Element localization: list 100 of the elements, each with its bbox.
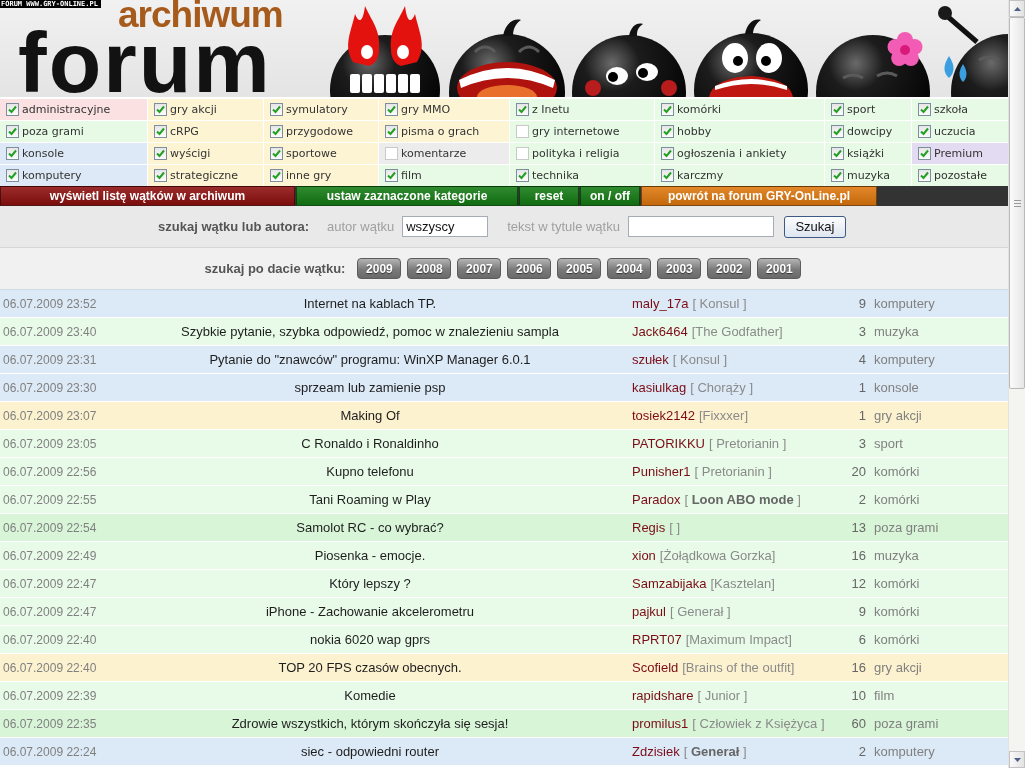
category-label: administracyjne <box>22 103 111 116</box>
author-link[interactable]: xion <box>632 548 656 563</box>
checkbox[interactable] <box>918 147 931 160</box>
checkbox[interactable] <box>154 125 167 138</box>
toggle-button[interactable]: on / off <box>580 186 640 206</box>
checkbox[interactable] <box>385 147 398 160</box>
checkbox[interactable] <box>918 125 931 138</box>
checkbox[interactable] <box>516 103 529 116</box>
thread-title[interactable]: Tani Roaming w Play <box>309 492 431 507</box>
thread-date: 06.07.2009 23:07 <box>2 408 97 423</box>
checkbox[interactable] <box>385 125 398 138</box>
post-count: 12 <box>851 576 866 591</box>
checkbox[interactable] <box>831 169 844 182</box>
author-link[interactable]: Samzabijaka <box>632 576 707 591</box>
checkbox[interactable] <box>6 147 19 160</box>
checkbox[interactable] <box>6 125 19 138</box>
search-button[interactable]: Szukaj <box>783 215 846 238</box>
author-link[interactable]: kasiulkag <box>632 380 687 395</box>
checkbox[interactable] <box>154 147 167 160</box>
thread-title[interactable]: Piosenka - emocje. <box>314 548 426 563</box>
checkbox[interactable] <box>154 169 167 182</box>
checkbox[interactable] <box>6 103 19 116</box>
checkbox[interactable] <box>661 169 674 182</box>
author-link[interactable]: rapidshare <box>632 688 694 703</box>
author-link[interactable]: Zdzisiek <box>632 744 680 759</box>
author-link[interactable]: PATORIKKU <box>632 436 705 451</box>
author-link[interactable]: promilus1 <box>632 716 689 731</box>
checkbox[interactable] <box>270 169 283 182</box>
checkbox[interactable] <box>270 103 283 116</box>
reset-button[interactable]: reset <box>519 186 579 206</box>
year-button[interactable]: 2009 <box>357 258 402 279</box>
checkbox[interactable] <box>831 147 844 160</box>
year-button[interactable]: 2003 <box>657 258 702 279</box>
title-search-field[interactable] <box>627 216 774 237</box>
author-link[interactable]: RPRT07 <box>632 632 682 647</box>
user-rank: [Maximum Impact] <box>685 632 792 647</box>
thread-date: 06.07.2009 22:56 <box>2 464 97 479</box>
author-link[interactable]: Paradox <box>632 492 681 507</box>
author-link[interactable]: Jack6464 <box>632 324 688 339</box>
thread-title[interactable]: nokia 6020 wap gprs <box>310 632 430 647</box>
logo-subtitle: archiwum <box>118 1 283 29</box>
checkbox[interactable] <box>661 147 674 160</box>
scrollbar-thumb[interactable] <box>1009 17 1025 389</box>
category-label: dowcipy <box>847 125 893 138</box>
thread-title[interactable]: Internet na kablach TP. <box>303 296 437 311</box>
scroll-up-button[interactable] <box>1009 0 1025 17</box>
thread-title[interactable]: Making Of <box>340 408 400 423</box>
year-button[interactable]: 2002 <box>707 258 752 279</box>
thread-date: 06.07.2009 22:55 <box>2 492 97 507</box>
thread-title[interactable]: TOP 20 FPS czasów obecnych. <box>278 660 462 675</box>
checkbox[interactable] <box>831 103 844 116</box>
checkbox[interactable] <box>154 103 167 116</box>
thread-category: komórki <box>873 632 920 647</box>
user-rank: [Brains of the outfit] <box>682 660 795 675</box>
scroll-down-button[interactable] <box>1009 751 1025 768</box>
author-link[interactable]: Scofield <box>632 660 679 675</box>
checkbox[interactable] <box>270 125 283 138</box>
thread-title[interactable]: Zdrowie wszystkich, którym skończyła się sesja! <box>231 716 509 731</box>
checkbox[interactable] <box>385 103 398 116</box>
author-field[interactable]: wszyscy <box>402 216 489 237</box>
thread-title[interactable]: Który lepszy ? <box>329 576 411 591</box>
thread-date: 06.07.2009 22:40 <box>2 660 97 675</box>
checkbox[interactable] <box>918 103 931 116</box>
year-button[interactable]: 2006 <box>507 258 552 279</box>
author-link[interactable]: maly_17a <box>632 296 689 311</box>
list-threads-button[interactable]: wyświetl listę wątków w archiwum <box>0 186 295 206</box>
thread-title[interactable]: iPhone - Zachowanie akcelerometru <box>265 604 475 619</box>
year-button[interactable]: 2005 <box>557 258 602 279</box>
checkbox[interactable] <box>516 147 529 160</box>
author-link[interactable]: szułek <box>632 352 669 367</box>
year-button[interactable]: 2004 <box>607 258 652 279</box>
author-link[interactable]: tosiek2142 <box>632 408 695 423</box>
thread-title[interactable]: Kupno telefonu <box>326 464 414 479</box>
year-button[interactable]: 2007 <box>457 258 502 279</box>
checkbox[interactable] <box>661 125 674 138</box>
thread-title[interactable]: Komedie <box>344 688 396 703</box>
year-button[interactable]: 2008 <box>407 258 452 279</box>
apply-categories-button[interactable]: ustaw zaznaczone kategorie <box>296 186 518 206</box>
checkbox[interactable] <box>270 147 283 160</box>
thread-title[interactable]: C Ronaldo i Ronaldinho <box>301 436 439 451</box>
checkbox[interactable] <box>831 125 844 138</box>
checkbox[interactable] <box>516 169 529 182</box>
checkbox[interactable] <box>385 169 398 182</box>
author-link[interactable]: pajkul <box>632 604 666 619</box>
post-count: 1 <box>858 408 866 423</box>
thread-title[interactable]: siec - odpowiedni router <box>301 744 439 759</box>
post-count: 10 <box>851 688 866 703</box>
thread-date: 06.07.2009 22:54 <box>2 520 97 535</box>
author-link[interactable]: Punisher1 <box>632 464 691 479</box>
thread-title[interactable]: Pytanie do "znawców" programu: WinXP Manager 6.0.1 <box>209 352 531 367</box>
thread-title[interactable]: Samolot RC - co wybrać? <box>296 520 444 535</box>
thread-title[interactable]: sprzeam lub zamienie psp <box>294 380 446 395</box>
checkbox[interactable] <box>918 169 931 182</box>
checkbox[interactable] <box>6 169 19 182</box>
author-link[interactable]: Regis <box>632 520 666 535</box>
checkbox[interactable] <box>661 103 674 116</box>
checkbox[interactable] <box>516 125 529 138</box>
year-button[interactable]: 2001 <box>757 258 802 279</box>
thread-title[interactable]: Szybkie pytanie, szybka odpowiedź, pomoc w znalezieniu sampla <box>181 324 559 339</box>
scrollbar[interactable] <box>1008 0 1025 768</box>
